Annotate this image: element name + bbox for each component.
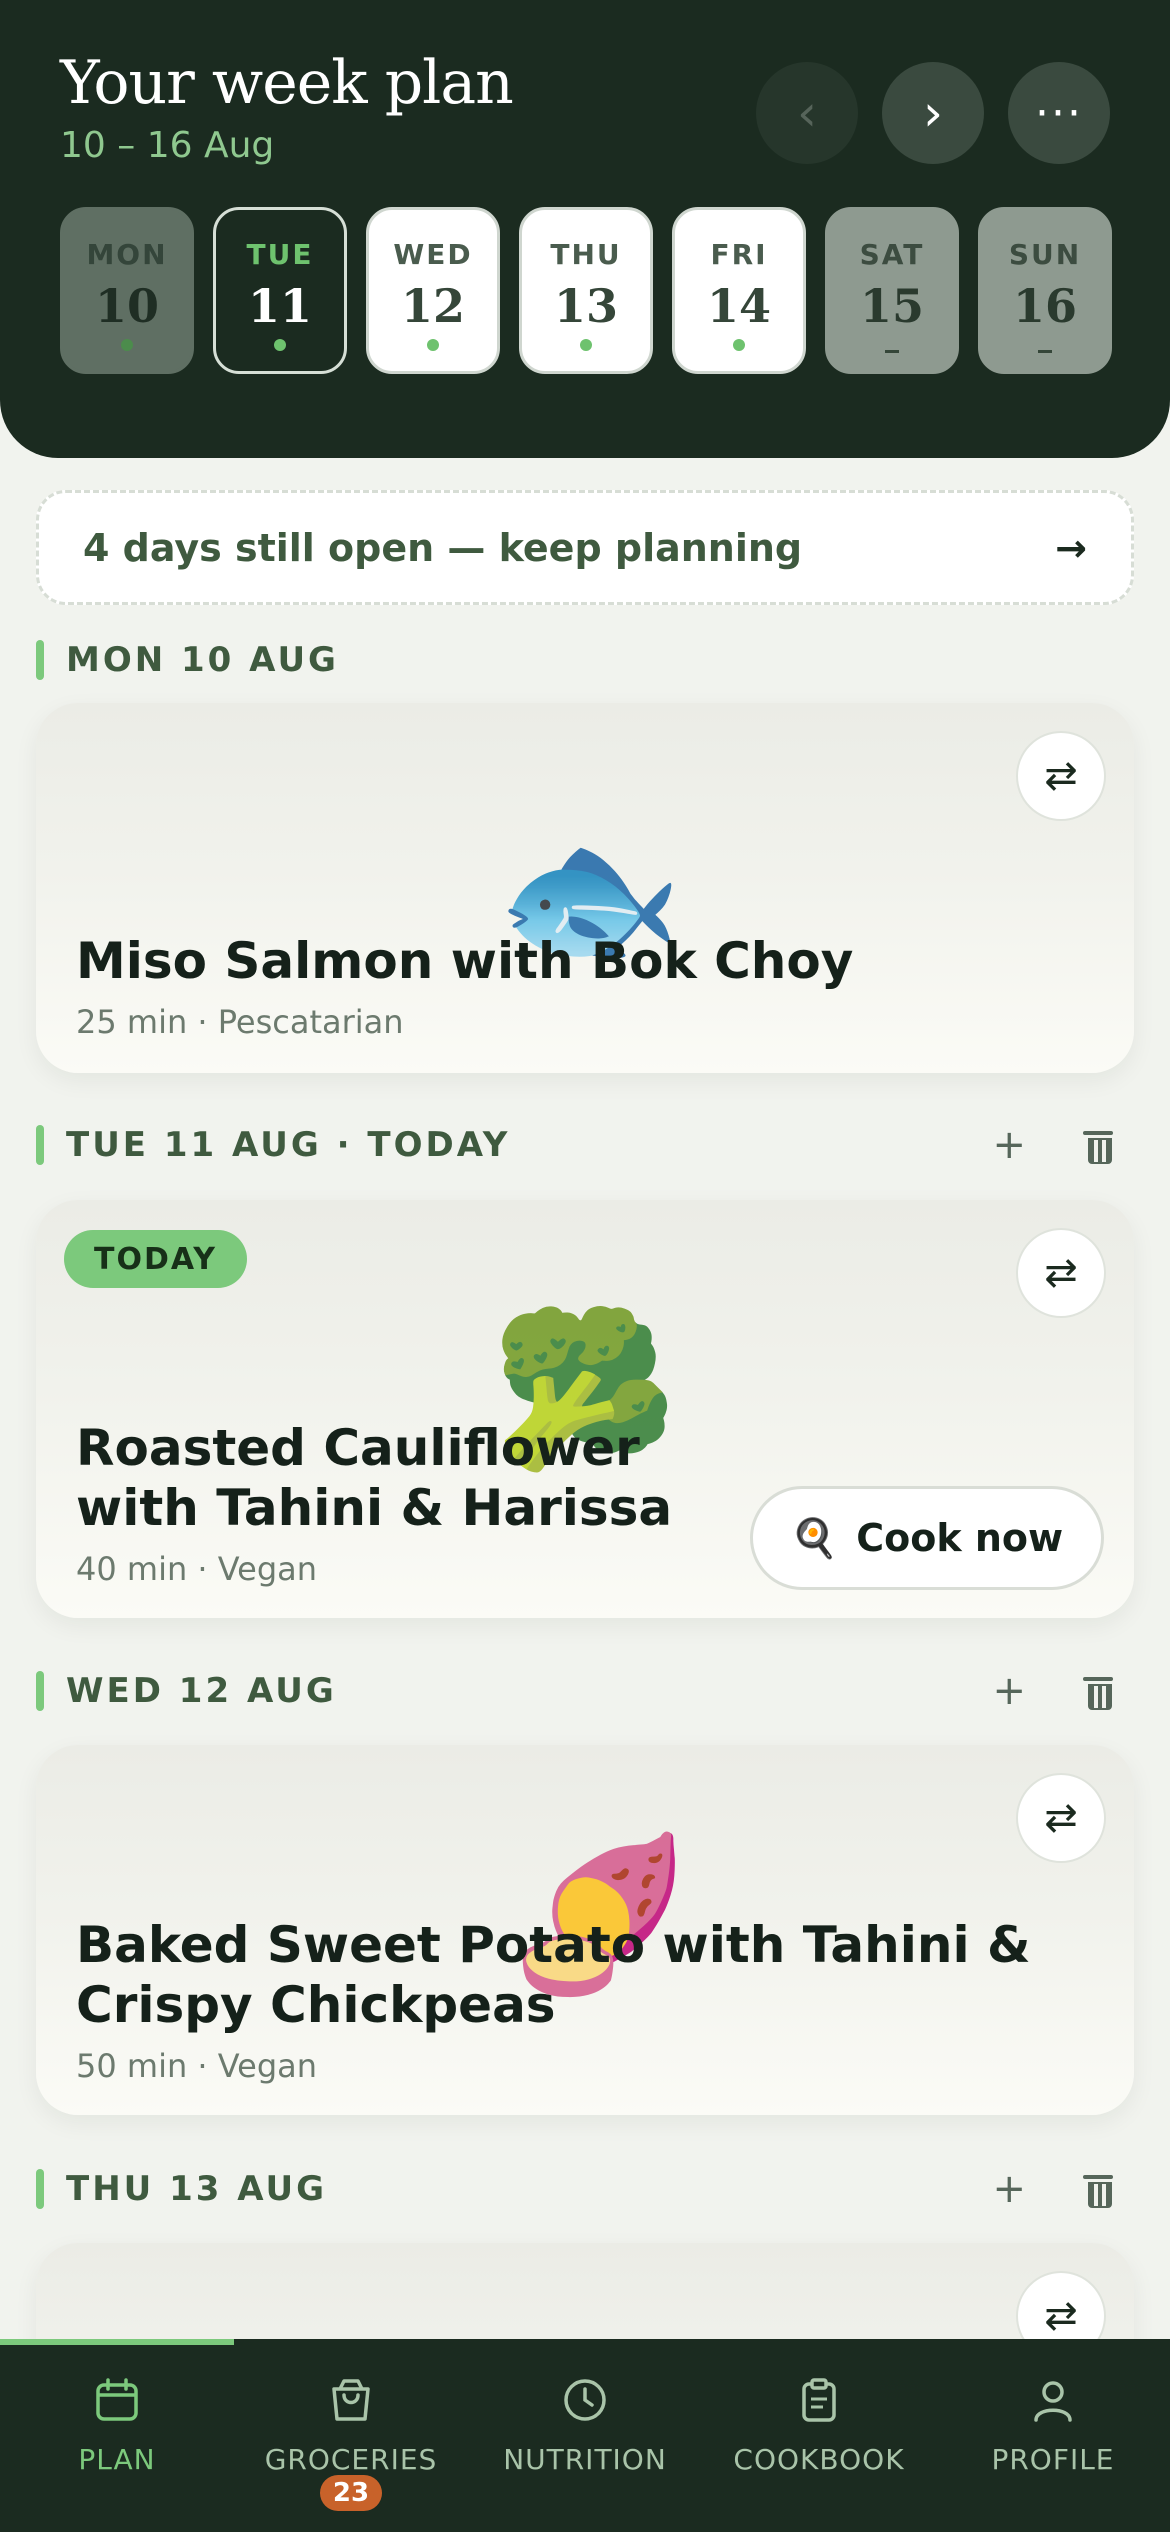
swap-meal-button[interactable]: ⇄ bbox=[1016, 731, 1106, 821]
day-number: 11 bbox=[247, 279, 312, 333]
user-icon bbox=[1034, 2381, 1072, 2422]
previous-week-button[interactable]: ‹ bbox=[756, 62, 858, 164]
day-pill-fri[interactable]: FRI 14 bbox=[672, 207, 806, 374]
cook-now-label: Cook now bbox=[856, 1516, 1064, 1560]
day-section-header: MON 10 AUG bbox=[36, 638, 1134, 682]
day-pill-tue[interactable]: TUE 11 bbox=[213, 207, 347, 374]
planned-dot bbox=[274, 339, 286, 351]
section-label: WED 12 AUG bbox=[66, 1671, 337, 1711]
meal-card-today[interactable]: TODAY 🥦 ⇄ Roasted Cauliflower with Tahin… bbox=[36, 1200, 1134, 1618]
day-pill-sat[interactable]: SAT 15 bbox=[825, 207, 959, 374]
day-name: SAT bbox=[859, 238, 925, 271]
day-name: THU bbox=[550, 238, 622, 271]
day-number: 13 bbox=[553, 279, 618, 333]
day-name: TUE bbox=[246, 238, 314, 271]
section-accent-bar bbox=[36, 2169, 44, 2209]
meal-title-line-1: Baked Sweet Potato with Tahini & bbox=[76, 1916, 1031, 1974]
open-days-banner[interactable]: 4 days still open — keep planning → bbox=[36, 490, 1134, 605]
meal-meta: 40 min · Vegan bbox=[76, 1550, 318, 1588]
day-number: 16 bbox=[1012, 279, 1077, 333]
tab-label: NUTRITION bbox=[503, 2443, 667, 2476]
tab-cookbook[interactable]: COOKBOOK bbox=[702, 2339, 936, 2532]
planned-dot bbox=[580, 339, 592, 351]
banner-text: 4 days still open — keep planning bbox=[83, 525, 803, 570]
more-icon: ··· bbox=[1035, 87, 1083, 139]
meal-card[interactable]: 🍠 ⇄ Baked Sweet Potato with Tahini & Cri… bbox=[36, 1745, 1134, 2115]
section-label: THU 13 AUG bbox=[66, 2169, 328, 2209]
section-accent-bar bbox=[36, 1671, 44, 1711]
chevron-right-icon: › bbox=[923, 84, 943, 142]
day-section-header: TUE 11 AUG · TODAY + bbox=[36, 1122, 1134, 1168]
day-name: SUN bbox=[1008, 238, 1082, 271]
section-accent-bar bbox=[36, 640, 44, 680]
trash-icon[interactable] bbox=[1083, 1131, 1113, 1164]
open-day-marker bbox=[885, 350, 899, 353]
trash-icon[interactable] bbox=[1083, 2175, 1113, 2208]
date-range: 10 – 16 Aug bbox=[60, 125, 275, 166]
section-label: TUE 11 AUG · TODAY bbox=[66, 1125, 511, 1165]
day-number: 15 bbox=[859, 279, 924, 333]
tab-label: COOKBOOK bbox=[733, 2443, 905, 2476]
groceries-count-badge: 23 bbox=[320, 2475, 382, 2511]
planned-dot bbox=[733, 339, 745, 351]
tab-label: GROCERIES bbox=[264, 2443, 438, 2476]
tab-nutrition[interactable]: NUTRITION bbox=[468, 2339, 702, 2532]
shopping-bag-icon bbox=[332, 2379, 370, 2421]
meal-card[interactable]: 🐟 ⇄ Miso Salmon with Bok Choy 25 min · P… bbox=[36, 703, 1134, 1073]
swap-meal-button[interactable]: ⇄ bbox=[1016, 1773, 1106, 1863]
day-section-header: THU 13 AUG + bbox=[36, 2166, 1134, 2212]
day-pill-mon[interactable]: MON 10 bbox=[60, 207, 194, 374]
bottom-tab-bar: PLAN GROCERIES 23 NUTRITION COOKBOOK PRO… bbox=[0, 2339, 1170, 2532]
add-meal-button[interactable]: + bbox=[992, 1122, 1026, 1168]
day-number: 10 bbox=[94, 279, 159, 333]
day-section-header: WED 12 AUG + bbox=[36, 1668, 1134, 1714]
day-pill-wed[interactable]: WED 12 bbox=[366, 207, 500, 374]
meal-meta: 50 min · Vegan bbox=[76, 2047, 318, 2085]
today-badge: TODAY bbox=[64, 1230, 247, 1288]
add-meal-button[interactable]: + bbox=[992, 1668, 1026, 1714]
open-day-marker bbox=[1038, 350, 1052, 353]
planned-dot bbox=[427, 339, 439, 351]
meal-title-line-2: with Tahini & Harissa bbox=[76, 1479, 673, 1537]
day-number: 12 bbox=[400, 279, 465, 333]
more-options-button[interactable]: ··· bbox=[1008, 62, 1110, 164]
tab-plan[interactable]: PLAN bbox=[0, 2339, 234, 2532]
meal-title-line-2: Crispy Chickpeas bbox=[76, 1976, 556, 2034]
swap-icon: ⇄ bbox=[1044, 753, 1078, 799]
planned-dot bbox=[121, 339, 133, 351]
meal-title: Miso Salmon with Bok Choy bbox=[76, 932, 854, 990]
page-title: Your week plan bbox=[60, 48, 514, 118]
cook-now-button[interactable]: 🍳 Cook now bbox=[750, 1486, 1104, 1590]
arrow-right-icon: → bbox=[1055, 525, 1087, 570]
clock-icon bbox=[564, 2379, 606, 2421]
section-label: MON 10 AUG bbox=[66, 640, 339, 680]
meal-title-line-1: Roasted Cauliflower bbox=[76, 1419, 640, 1477]
tab-label: PLAN bbox=[78, 2443, 156, 2476]
day-pill-sun[interactable]: SUN 16 bbox=[978, 207, 1112, 374]
section-accent-bar bbox=[36, 1125, 44, 1165]
swap-icon: ⇄ bbox=[1044, 1795, 1078, 1841]
meal-meta: 25 min · Pescatarian bbox=[76, 1003, 404, 1041]
clipboard-icon bbox=[802, 2378, 836, 2422]
day-pill-thu[interactable]: THU 13 bbox=[519, 207, 653, 374]
calendar-icon bbox=[96, 2378, 138, 2421]
swap-meal-button[interactable]: ⇄ bbox=[1016, 1228, 1106, 1318]
day-name: FRI bbox=[710, 238, 768, 271]
chevron-left-icon: ‹ bbox=[797, 84, 817, 142]
tab-label: PROFILE bbox=[991, 2443, 1115, 2476]
tab-groceries[interactable]: GROCERIES 23 bbox=[234, 2339, 468, 2532]
trash-icon[interactable] bbox=[1083, 1677, 1113, 1710]
day-number: 14 bbox=[706, 279, 771, 333]
swap-icon: ⇄ bbox=[1044, 2293, 1078, 2339]
day-selector: MON 10 TUE 11 WED 12 THU 13 FRI 14 SAT 1… bbox=[60, 207, 1112, 374]
next-week-button[interactable]: › bbox=[882, 62, 984, 164]
add-meal-button[interactable]: + bbox=[992, 2166, 1026, 2212]
day-name: MON bbox=[86, 238, 168, 271]
week-header: Your week plan 10 – 16 Aug ‹ › ··· MON 1… bbox=[0, 0, 1170, 458]
tab-profile[interactable]: PROFILE bbox=[936, 2339, 1170, 2532]
frying-pan-icon: 🍳 bbox=[790, 1515, 839, 1560]
day-name: WED bbox=[393, 238, 473, 271]
swap-icon: ⇄ bbox=[1044, 1250, 1078, 1296]
